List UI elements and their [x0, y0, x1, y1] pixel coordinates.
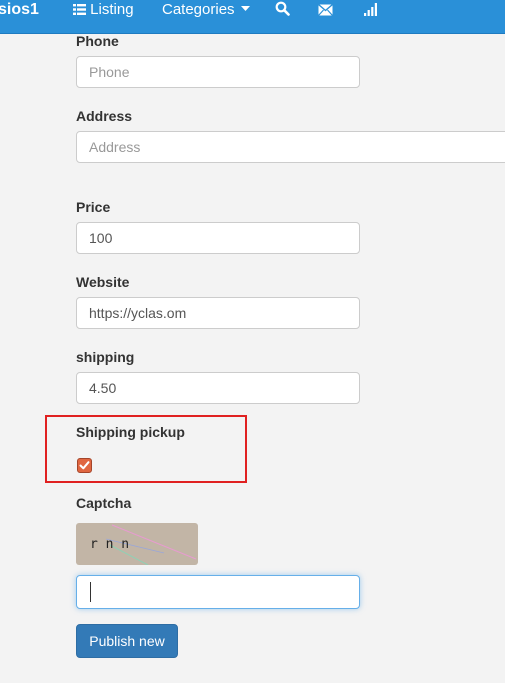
- search-icon: [275, 1, 290, 16]
- website-input[interactable]: [76, 297, 360, 329]
- top-navbar: sios1 Listing Categories: [0, 0, 505, 34]
- captcha-input[interactable]: [76, 575, 360, 609]
- list-icon: [73, 4, 86, 15]
- nav-listing-link[interactable]: Listing: [73, 0, 134, 20]
- captcha-noise-graphic: r n n: [90, 524, 197, 565]
- shipping-pickup-checkbox[interactable]: [77, 458, 92, 473]
- nav-categories-dropdown[interactable]: Categories: [162, 0, 250, 20]
- nav-stats-link[interactable]: [364, 0, 377, 20]
- caret-down-icon: [240, 6, 250, 11]
- nav-categories-label: Categories: [162, 1, 235, 18]
- phone-label: Phone: [76, 33, 119, 49]
- price-input[interactable]: [76, 222, 360, 254]
- price-label: Price: [76, 199, 111, 215]
- nav-messages-link[interactable]: [318, 0, 333, 20]
- phone-input[interactable]: [76, 56, 360, 88]
- shipping-label: shipping: [76, 349, 135, 365]
- captcha-image: r n n: [76, 523, 198, 565]
- captcha-label: Captcha: [76, 495, 132, 511]
- signal-stats-icon: [364, 3, 377, 16]
- address-input[interactable]: [76, 131, 505, 163]
- website-label: Website: [76, 274, 130, 290]
- brand-logo-text[interactable]: sios1: [0, 0, 39, 20]
- checkmark-icon: [79, 461, 90, 470]
- text-caret: [90, 582, 91, 602]
- envelope-icon: [318, 3, 333, 16]
- nav-listing-label: Listing: [90, 1, 134, 18]
- shipping-pickup-label: Shipping pickup: [76, 424, 185, 440]
- nav-search-link[interactable]: [275, 0, 290, 20]
- publish-new-button[interactable]: Publish new: [76, 624, 178, 658]
- captcha-code-text: r n n: [90, 537, 129, 552]
- address-label: Address: [76, 108, 133, 124]
- shipping-input[interactable]: [76, 372, 360, 404]
